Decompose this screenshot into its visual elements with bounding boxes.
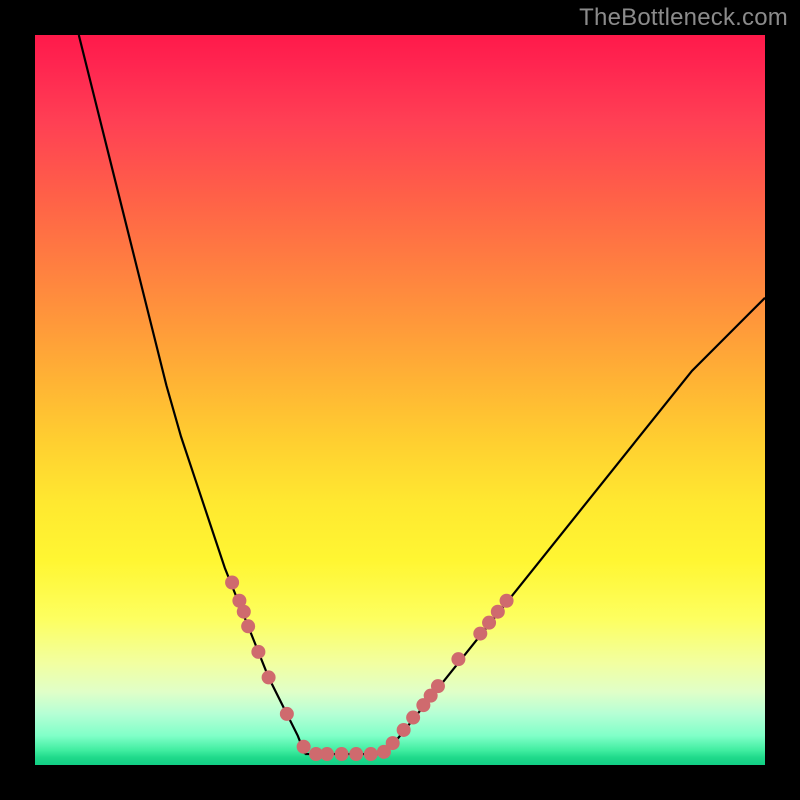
data-point bbox=[280, 707, 294, 721]
data-point bbox=[241, 619, 255, 633]
watermark-text: TheBottleneck.com bbox=[579, 4, 788, 32]
bottleneck-curve-svg bbox=[35, 35, 765, 765]
plot-area bbox=[35, 35, 765, 765]
data-point bbox=[397, 723, 411, 737]
data-point-markers bbox=[225, 576, 513, 762]
data-point bbox=[473, 627, 487, 641]
data-point bbox=[491, 605, 505, 619]
data-point bbox=[225, 576, 239, 590]
data-point bbox=[482, 616, 496, 630]
data-point bbox=[451, 652, 465, 666]
data-point bbox=[386, 736, 400, 750]
data-point bbox=[297, 740, 311, 754]
data-point bbox=[237, 605, 251, 619]
data-point bbox=[364, 747, 378, 761]
data-point bbox=[262, 670, 276, 684]
data-point bbox=[335, 747, 349, 761]
curve-left-branch bbox=[79, 35, 305, 754]
data-point bbox=[349, 747, 363, 761]
data-point bbox=[320, 747, 334, 761]
data-point bbox=[406, 711, 420, 725]
chart-container: TheBottleneck.com bbox=[0, 0, 800, 800]
data-point bbox=[431, 679, 445, 693]
data-point bbox=[500, 594, 514, 608]
data-point bbox=[251, 645, 265, 659]
